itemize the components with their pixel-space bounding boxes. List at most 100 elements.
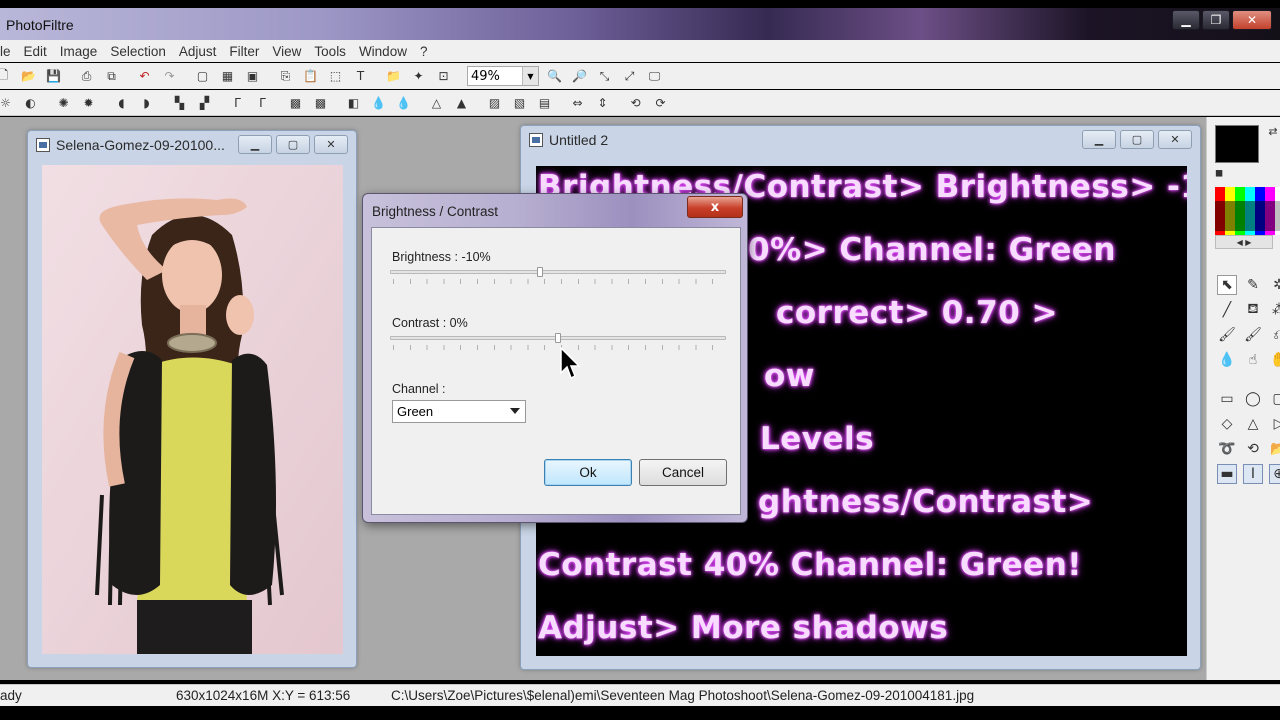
zoom-select[interactable]: 49% ▼: [467, 66, 539, 86]
brightness-up-icon[interactable]: ✹: [79, 93, 98, 112]
advanced-brush-tool-icon[interactable]: 🖌: [1243, 325, 1263, 345]
line-tool-icon[interactable]: ╱: [1217, 300, 1237, 320]
zoom-in-icon[interactable]: 🔍: [545, 67, 564, 86]
crop-icon[interactable]: ▢: [193, 67, 212, 86]
fullscreen-icon[interactable]: ⊡: [434, 67, 453, 86]
open-selection-icon[interactable]: 📂: [1269, 439, 1280, 459]
sharpen-icon[interactable]: △: [427, 93, 446, 112]
dialog-close-button[interactable]: x: [687, 196, 743, 218]
rectangle-tool-icon[interactable]: ▭: [1217, 389, 1237, 409]
spray-tool-icon[interactable]: ⁂: [1269, 300, 1280, 320]
new-file-icon[interactable]: 🗋: [0, 67, 13, 86]
copy-icon[interactable]: ⎘: [276, 67, 295, 86]
polygon-lasso-tool-icon[interactable]: ⟲: [1243, 439, 1263, 459]
menu-file[interactable]: le: [0, 44, 11, 59]
photo-canvas[interactable]: [42, 165, 343, 654]
contrast-slider-thumb[interactable]: [555, 333, 561, 343]
magic-wand-tool-icon[interactable]: ✲: [1269, 275, 1280, 295]
text-minimize-button[interactable]: ▁: [1082, 130, 1116, 149]
sharpen-more-icon[interactable]: ▲: [452, 93, 471, 112]
menu-tools[interactable]: Tools: [314, 44, 346, 59]
selection-icon[interactable]: ⬚: [326, 67, 345, 86]
photo-document-window[interactable]: Selena-Gomez-09-20100... ▁ ▢ ✕: [27, 130, 357, 668]
fit-window-icon[interactable]: ⤡: [595, 67, 614, 86]
menu-adjust[interactable]: Adjust: [179, 44, 217, 59]
save-icon[interactable]: 💾: [44, 67, 63, 86]
rounded-rect-tool-icon[interactable]: ▢: [1269, 389, 1280, 409]
menu-edit[interactable]: Edit: [24, 44, 47, 59]
triangle-tool-icon[interactable]: △: [1243, 414, 1263, 434]
soften-icon[interactable]: 💧: [394, 93, 413, 112]
photo-close-button[interactable]: ✕: [314, 135, 348, 154]
blur-tool-icon[interactable]: 💧: [1217, 350, 1237, 370]
brightness-slider-track[interactable]: [390, 270, 726, 274]
flip-vertical-icon[interactable]: ⇕: [593, 93, 612, 112]
pointer-tool-icon[interactable]: ⬉: [1217, 275, 1237, 295]
smudge-tool-icon[interactable]: ☝: [1243, 350, 1263, 370]
text-tool-icon[interactable]: T: [351, 67, 370, 86]
photo-maximize-button[interactable]: ▢: [276, 135, 310, 154]
filter-b-icon[interactable]: ▧: [510, 93, 529, 112]
channel-select[interactable]: Green: [392, 400, 526, 423]
lasso-tool-icon[interactable]: ➰: [1217, 439, 1237, 459]
menu-window[interactable]: Window: [359, 44, 407, 59]
color-mode-icon[interactable]: ▦: [218, 67, 237, 86]
selection-mode-icon[interactable]: ▬: [1217, 464, 1237, 484]
swap-colors-icon[interactable]: ⇄: [1263, 121, 1280, 141]
close-button[interactable]: ✕: [1232, 10, 1272, 30]
blur-icon[interactable]: 💧: [369, 93, 388, 112]
auto-levels-icon[interactable]: ☼: [0, 93, 15, 112]
undo-icon[interactable]: ↶: [135, 67, 154, 86]
reset-colors-icon[interactable]: ◼: [1209, 163, 1229, 183]
brush-tool-icon[interactable]: 🖌: [1217, 325, 1237, 345]
brightness-contrast-dialog[interactable]: Brightness / Contrast x Brightness : -10…: [362, 193, 748, 523]
menu-image[interactable]: Image: [60, 44, 98, 59]
menu-help[interactable]: ?: [420, 44, 428, 59]
arrow-shape-tool-icon[interactable]: ▷: [1269, 414, 1280, 434]
zoom-out-icon[interactable]: 🔎: [570, 67, 589, 86]
scan-icon[interactable]: ⧉: [102, 67, 121, 86]
text-close-button[interactable]: ✕: [1158, 130, 1192, 149]
saturation-up-icon[interactable]: ▞: [195, 93, 214, 112]
resize-selection-icon[interactable]: ⊕: [1269, 464, 1280, 484]
minimize-button[interactable]: ▁: [1172, 10, 1200, 30]
chevron-down-icon[interactable]: ▼: [522, 67, 538, 85]
eyedropper-tool-icon[interactable]: ✎: [1243, 275, 1263, 295]
ok-button[interactable]: Ok: [544, 459, 632, 486]
module-icon[interactable]: ✦: [409, 67, 428, 86]
cancel-button[interactable]: Cancel: [639, 459, 727, 486]
contrast-up-icon[interactable]: ◗: [137, 93, 156, 112]
photo-minimize-button[interactable]: ▁: [238, 135, 272, 154]
text-maximize-button[interactable]: ▢: [1120, 130, 1154, 149]
filter-c-icon[interactable]: ▤: [535, 93, 554, 112]
open-file-icon[interactable]: 📂: [19, 67, 38, 86]
stamp-tool-icon[interactable]: ⎌: [1269, 325, 1280, 345]
gamma-down-icon[interactable]: Γ: [228, 93, 247, 112]
maximize-button[interactable]: ❐: [1202, 10, 1230, 30]
text-cursor-icon[interactable]: I: [1243, 464, 1263, 484]
grayscale-icon[interactable]: ▩: [286, 93, 305, 112]
palette-scroll[interactable]: ◀ ▶: [1215, 235, 1273, 249]
gamma-up-icon[interactable]: Γ: [253, 93, 272, 112]
contrast-down-icon[interactable]: ◖: [112, 93, 131, 112]
hand-tool-icon[interactable]: ✋: [1269, 350, 1280, 370]
auto-contrast-icon[interactable]: ◐: [21, 93, 40, 112]
invert-icon[interactable]: ◧: [344, 93, 363, 112]
browser-icon[interactable]: 📁: [384, 67, 403, 86]
screen-icon[interactable]: 🖵: [645, 67, 664, 86]
fill-tool-icon[interactable]: ⛾: [1243, 300, 1263, 320]
image-size-icon[interactable]: ▣: [243, 67, 262, 86]
ellipse-tool-icon[interactable]: ◯: [1243, 389, 1263, 409]
diamond-tool-icon[interactable]: ◇: [1217, 414, 1237, 434]
filter-a-icon[interactable]: ▨: [485, 93, 504, 112]
rotate-left-icon[interactable]: ⟲: [626, 93, 645, 112]
rotate-right-icon[interactable]: ⟳: [651, 93, 670, 112]
menu-selection[interactable]: Selection: [110, 44, 166, 59]
saturation-down-icon[interactable]: ▚: [170, 93, 189, 112]
menu-view[interactable]: View: [272, 44, 301, 59]
print-icon[interactable]: ⎙: [77, 67, 96, 86]
actual-size-icon[interactable]: ⤢: [620, 67, 639, 86]
flip-horizontal-icon[interactable]: ⇔: [568, 93, 587, 112]
brightness-slider-thumb[interactable]: [537, 267, 543, 277]
redo-icon[interactable]: ↷: [160, 67, 179, 86]
